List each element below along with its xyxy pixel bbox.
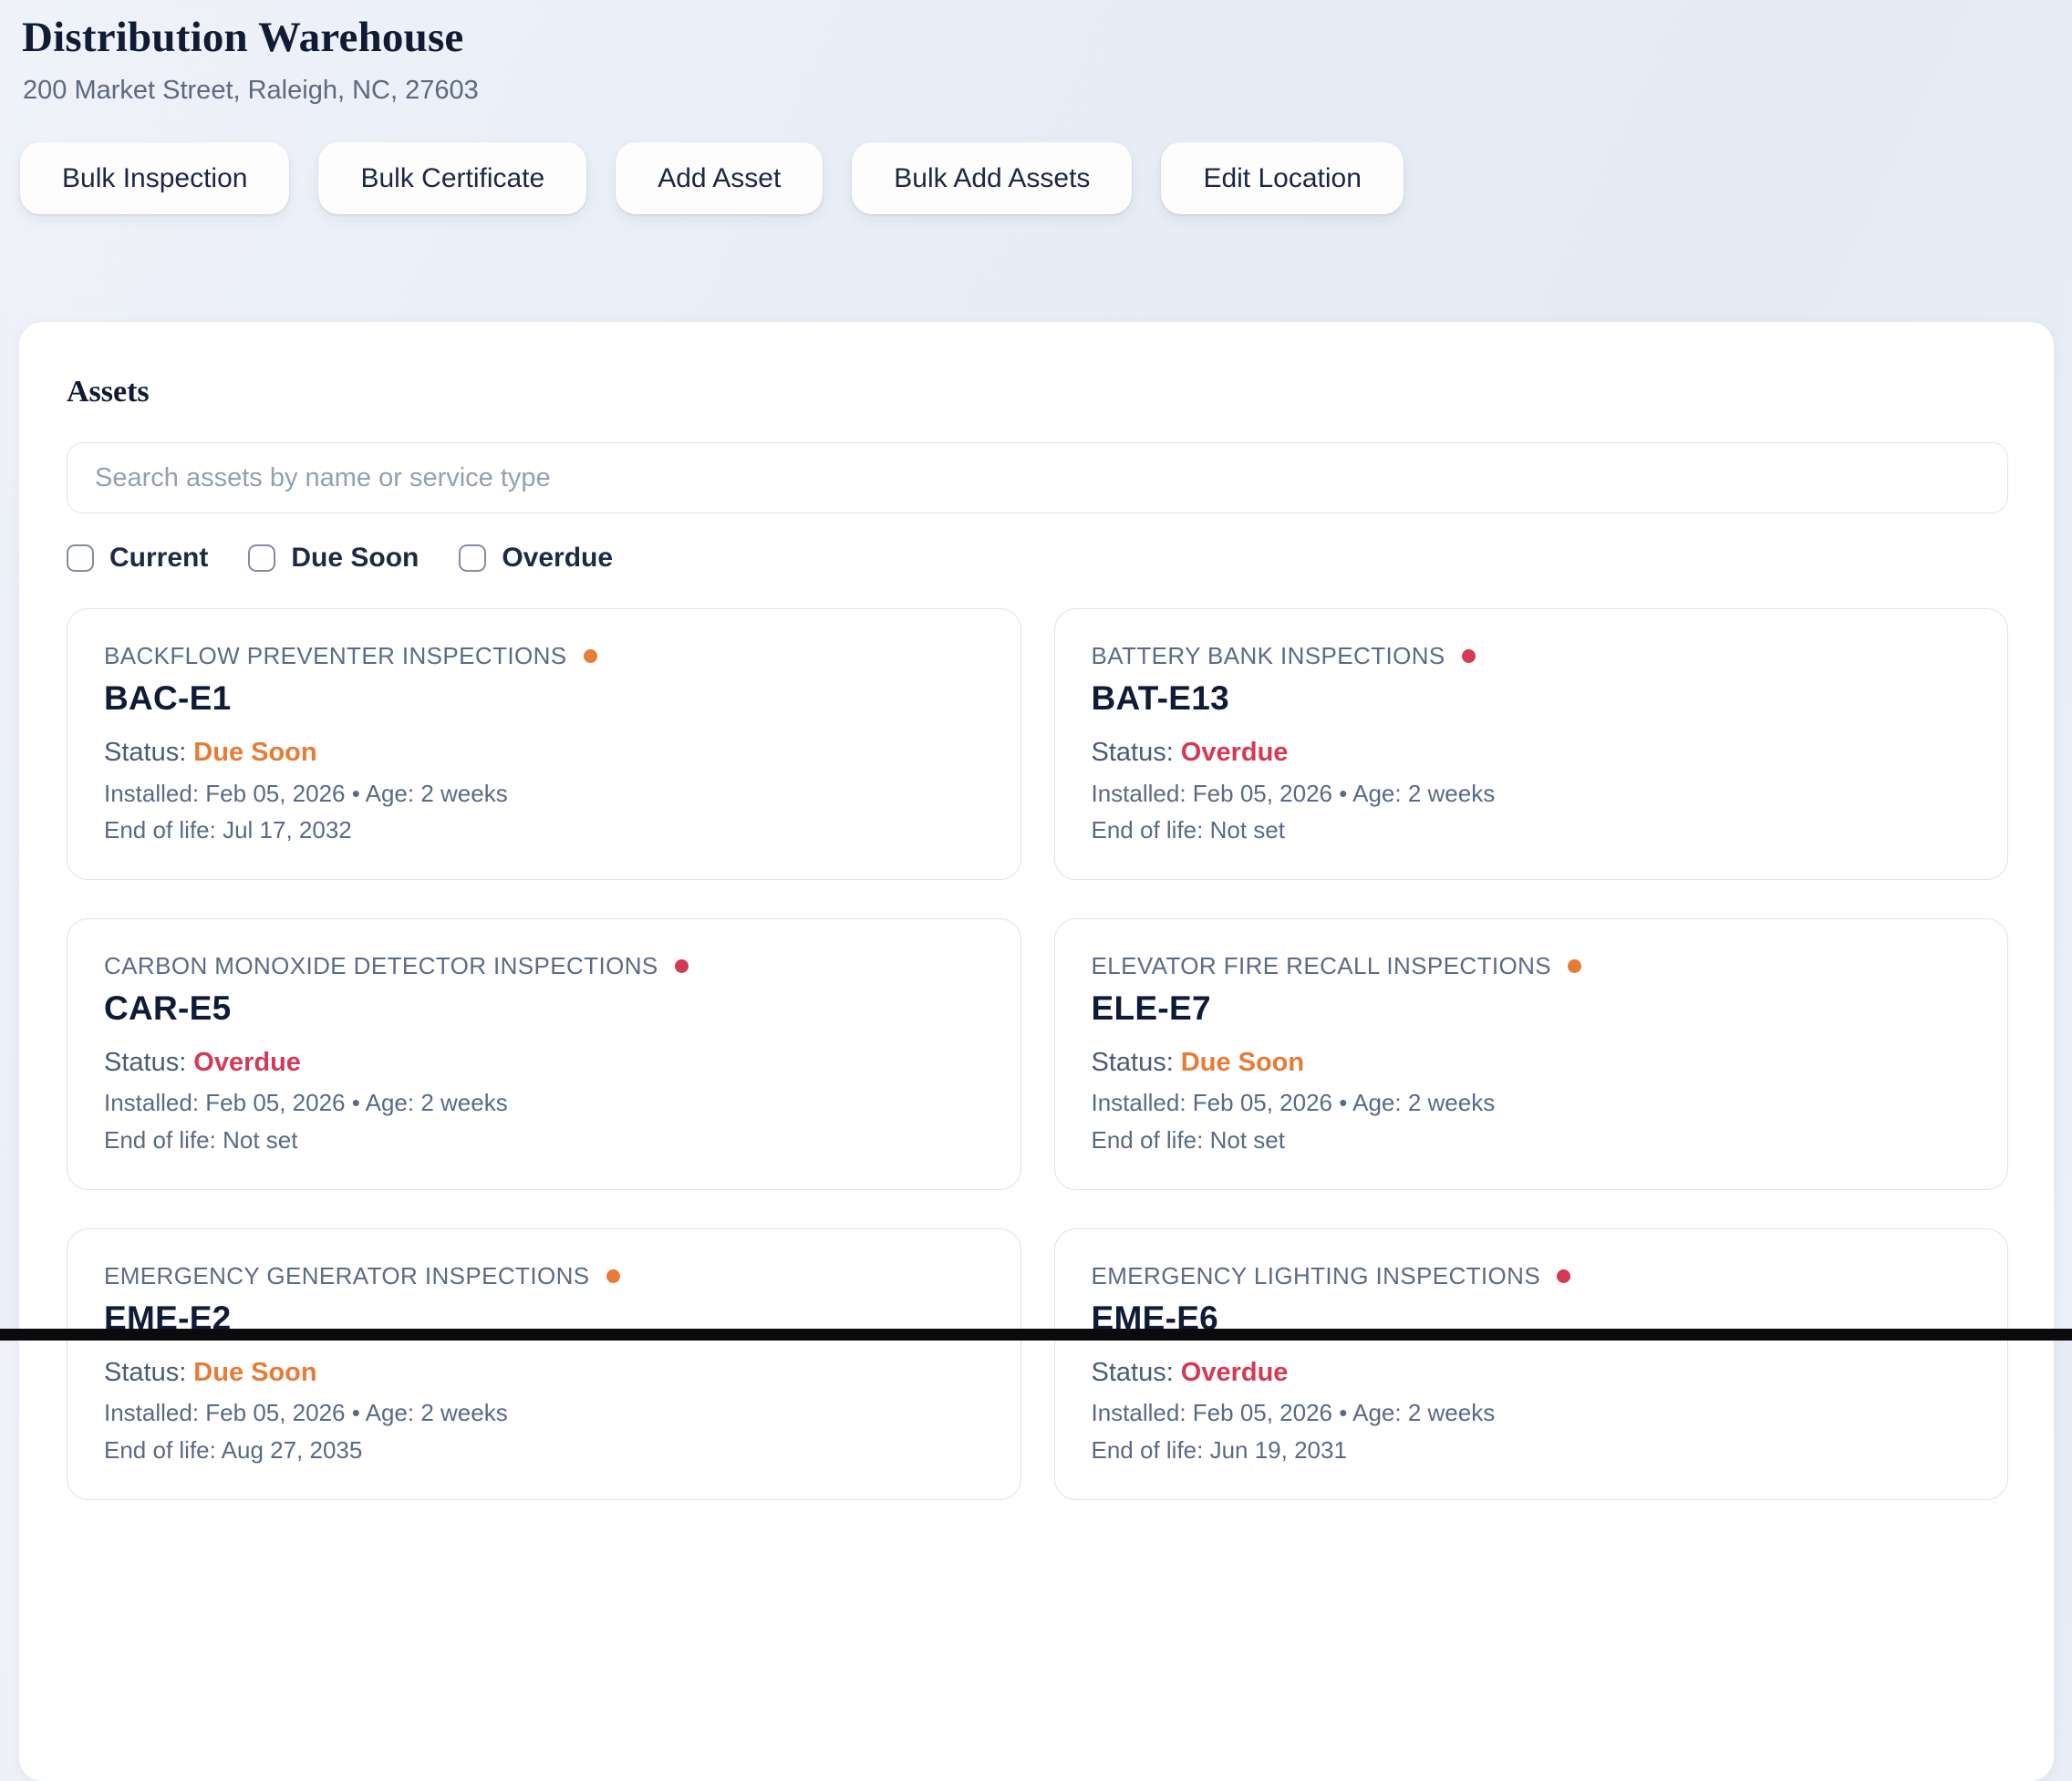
service-type-label: BATTERY BANK INSPECTIONS bbox=[1092, 642, 1445, 670]
asset-end-of-life-line: End of life: Jun 19, 2031 bbox=[1092, 1436, 1972, 1465]
asset-card-eme-e2[interactable]: EMERGENCY GENERATOR INSPECTIONS EME-E2 S… bbox=[67, 1228, 1021, 1500]
asset-card-ele-e7[interactable]: ELEVATOR FIRE RECALL INSPECTIONS ELE-E7 … bbox=[1054, 918, 2009, 1190]
asset-installed-line: Installed: Feb 05, 2026 • Age: 2 weeks bbox=[104, 780, 984, 808]
location-address: 200 Market Street, Raleigh, NC, 27603 bbox=[23, 76, 2072, 106]
status-dot-icon bbox=[1462, 649, 1476, 663]
status-label: Status: bbox=[1092, 1358, 1174, 1387]
asset-cards-grid: BACKFLOW PREVENTER INSPECTIONS BAC-E1 St… bbox=[67, 608, 2008, 1500]
status-dot-icon bbox=[1568, 959, 1581, 973]
page-title: Distribution Warehouse bbox=[22, 13, 2072, 62]
service-type-label: EMERGENCY GENERATOR INSPECTIONS bbox=[104, 1262, 590, 1290]
asset-status-line: Status:Due Soon bbox=[104, 737, 984, 769]
add-asset-button[interactable]: Add Asset bbox=[616, 142, 823, 214]
status-value: Overdue bbox=[193, 1048, 301, 1077]
filter-current-checkbox[interactable] bbox=[67, 544, 94, 572]
status-value: Due Soon bbox=[193, 738, 316, 767]
service-type-label: BACKFLOW PREVENTER INSPECTIONS bbox=[104, 642, 567, 670]
status-label: Status: bbox=[1092, 1048, 1174, 1077]
status-label: Status: bbox=[104, 1048, 186, 1077]
asset-name: ELE-E7 bbox=[1092, 989, 1972, 1029]
assets-heading: Assets bbox=[67, 375, 2008, 409]
bottom-taskbar-strip bbox=[0, 1329, 2072, 1341]
filter-overdue-checkbox[interactable] bbox=[459, 544, 486, 572]
service-type-label: EMERGENCY LIGHTING INSPECTIONS bbox=[1092, 1262, 1541, 1290]
asset-status-line: Status:Due Soon bbox=[1092, 1047, 1972, 1079]
asset-end-of-life-line: End of life: Not set bbox=[1092, 1126, 1972, 1155]
status-dot-icon bbox=[606, 1269, 620, 1283]
asset-end-of-life-line: End of life: Aug 27, 2035 bbox=[104, 1436, 984, 1465]
status-value: Overdue bbox=[1181, 1358, 1289, 1387]
filter-due-soon-label: Due Soon bbox=[291, 543, 419, 574]
status-label: Status: bbox=[1092, 738, 1174, 767]
toolbar: Bulk Inspection Bulk Certificate Add Ass… bbox=[20, 142, 2072, 214]
status-filters: Current Due Soon Overdue bbox=[67, 543, 2008, 574]
page-header: Distribution Warehouse 200 Market Street… bbox=[0, 0, 2072, 106]
bulk-add-assets-button[interactable]: Bulk Add Assets bbox=[852, 142, 1132, 214]
filter-current-label: Current bbox=[109, 543, 208, 574]
asset-card-bac-e1[interactable]: BACKFLOW PREVENTER INSPECTIONS BAC-E1 St… bbox=[67, 608, 1021, 880]
status-value: Overdue bbox=[1181, 738, 1289, 767]
status-value: Due Soon bbox=[193, 1358, 316, 1387]
status-value: Due Soon bbox=[1181, 1048, 1304, 1077]
service-type-label: CARBON MONOXIDE DETECTOR INSPECTIONS bbox=[104, 952, 658, 980]
status-dot-icon bbox=[584, 649, 597, 663]
filter-due-soon[interactable]: Due Soon bbox=[248, 543, 419, 574]
asset-installed-line: Installed: Feb 05, 2026 • Age: 2 weeks bbox=[104, 1399, 984, 1427]
edit-location-button[interactable]: Edit Location bbox=[1161, 142, 1403, 214]
assets-panel: Assets Current Due Soon Overdue BACKFLOW… bbox=[19, 322, 2054, 1781]
bulk-inspection-button[interactable]: Bulk Inspection bbox=[20, 142, 289, 214]
asset-status-line: Status:Overdue bbox=[104, 1047, 984, 1079]
asset-installed-line: Installed: Feb 05, 2026 • Age: 2 weeks bbox=[1092, 1399, 1972, 1427]
asset-name: CAR-E5 bbox=[104, 989, 984, 1029]
asset-card-eme-e6[interactable]: EMERGENCY LIGHTING INSPECTIONS EME-E6 St… bbox=[1054, 1228, 2009, 1500]
filter-due-soon-checkbox[interactable] bbox=[248, 544, 275, 572]
asset-status-line: Status:Overdue bbox=[1092, 737, 1972, 769]
asset-name: BAT-E13 bbox=[1092, 679, 1972, 719]
asset-installed-line: Installed: Feb 05, 2026 • Age: 2 weeks bbox=[1092, 1089, 1972, 1117]
asset-installed-line: Installed: Feb 05, 2026 • Age: 2 weeks bbox=[104, 1089, 984, 1117]
filter-overdue[interactable]: Overdue bbox=[459, 543, 613, 574]
status-dot-icon bbox=[675, 959, 689, 973]
asset-card-car-e5[interactable]: CARBON MONOXIDE DETECTOR INSPECTIONS CAR… bbox=[67, 918, 1021, 1190]
status-label: Status: bbox=[104, 738, 186, 767]
asset-name: BAC-E1 bbox=[104, 679, 984, 719]
bulk-certificate-button[interactable]: Bulk Certificate bbox=[318, 142, 586, 214]
asset-status-line: Status:Due Soon bbox=[104, 1357, 984, 1389]
asset-end-of-life-line: End of life: Not set bbox=[1092, 816, 1972, 844]
filter-overdue-label: Overdue bbox=[502, 543, 613, 574]
status-label: Status: bbox=[104, 1358, 186, 1387]
asset-status-line: Status:Overdue bbox=[1092, 1357, 1972, 1389]
filter-current[interactable]: Current bbox=[67, 543, 208, 574]
asset-installed-line: Installed: Feb 05, 2026 • Age: 2 weeks bbox=[1092, 780, 1972, 808]
service-type-label: ELEVATOR FIRE RECALL INSPECTIONS bbox=[1092, 952, 1552, 980]
status-dot-icon bbox=[1557, 1269, 1570, 1283]
search-input[interactable] bbox=[67, 442, 2008, 513]
asset-end-of-life-line: End of life: Jul 17, 2032 bbox=[104, 816, 984, 844]
asset-card-bat-e13[interactable]: BATTERY BANK INSPECTIONS BAT-E13 Status:… bbox=[1054, 608, 2009, 880]
asset-end-of-life-line: End of life: Not set bbox=[104, 1126, 984, 1155]
